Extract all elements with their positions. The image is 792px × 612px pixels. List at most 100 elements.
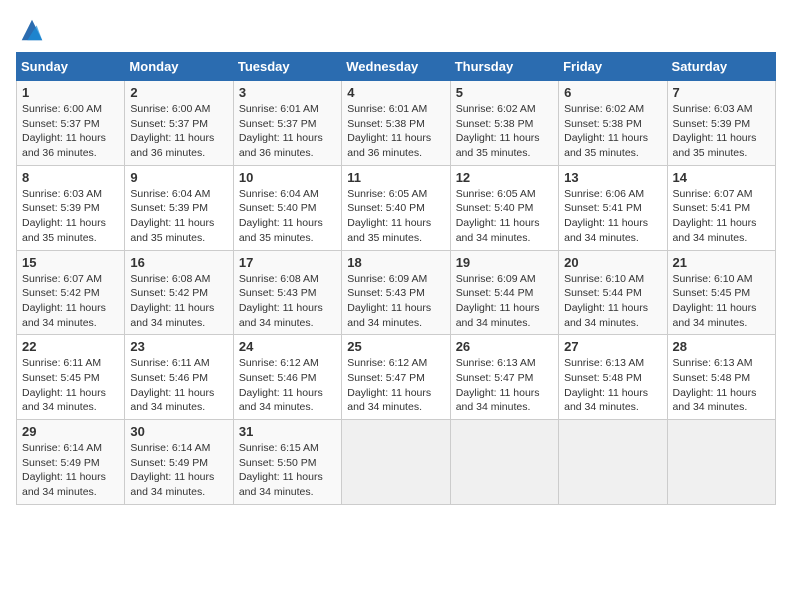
logo bbox=[16, 16, 46, 44]
weekday-header-tuesday: Tuesday bbox=[233, 53, 341, 81]
calendar-cell: 9 Sunrise: 6:04 AM Sunset: 5:39 PM Dayli… bbox=[125, 165, 233, 250]
calendar-cell: 25 Sunrise: 6:12 AM Sunset: 5:47 PM Dayl… bbox=[342, 335, 450, 420]
calendar-cell: 17 Sunrise: 6:08 AM Sunset: 5:43 PM Dayl… bbox=[233, 250, 341, 335]
day-info: Sunrise: 6:05 AM Sunset: 5:40 PM Dayligh… bbox=[456, 187, 553, 246]
day-number: 29 bbox=[22, 424, 119, 439]
calendar-body: 1 Sunrise: 6:00 AM Sunset: 5:37 PM Dayli… bbox=[17, 81, 776, 505]
day-info: Sunrise: 6:09 AM Sunset: 5:44 PM Dayligh… bbox=[456, 272, 553, 331]
day-number: 14 bbox=[673, 170, 770, 185]
day-number: 15 bbox=[22, 255, 119, 270]
day-info: Sunrise: 6:00 AM Sunset: 5:37 PM Dayligh… bbox=[130, 102, 227, 161]
day-number: 12 bbox=[456, 170, 553, 185]
calendar-cell: 20 Sunrise: 6:10 AM Sunset: 5:44 PM Dayl… bbox=[559, 250, 667, 335]
day-number: 19 bbox=[456, 255, 553, 270]
day-number: 3 bbox=[239, 85, 336, 100]
day-info: Sunrise: 6:15 AM Sunset: 5:50 PM Dayligh… bbox=[239, 441, 336, 500]
calendar-cell: 24 Sunrise: 6:12 AM Sunset: 5:46 PM Dayl… bbox=[233, 335, 341, 420]
day-number: 21 bbox=[673, 255, 770, 270]
calendar-cell bbox=[667, 420, 775, 505]
day-info: Sunrise: 6:01 AM Sunset: 5:37 PM Dayligh… bbox=[239, 102, 336, 161]
calendar-cell: 22 Sunrise: 6:11 AM Sunset: 5:45 PM Dayl… bbox=[17, 335, 125, 420]
calendar-cell: 19 Sunrise: 6:09 AM Sunset: 5:44 PM Dayl… bbox=[450, 250, 558, 335]
weekday-header-thursday: Thursday bbox=[450, 53, 558, 81]
calendar-cell: 13 Sunrise: 6:06 AM Sunset: 5:41 PM Dayl… bbox=[559, 165, 667, 250]
day-number: 8 bbox=[22, 170, 119, 185]
day-number: 2 bbox=[130, 85, 227, 100]
day-info: Sunrise: 6:06 AM Sunset: 5:41 PM Dayligh… bbox=[564, 187, 661, 246]
calendar-table: SundayMondayTuesdayWednesdayThursdayFrid… bbox=[16, 52, 776, 505]
calendar-cell: 5 Sunrise: 6:02 AM Sunset: 5:38 PM Dayli… bbox=[450, 81, 558, 166]
day-info: Sunrise: 6:08 AM Sunset: 5:43 PM Dayligh… bbox=[239, 272, 336, 331]
calendar-cell: 28 Sunrise: 6:13 AM Sunset: 5:48 PM Dayl… bbox=[667, 335, 775, 420]
calendar-cell: 11 Sunrise: 6:05 AM Sunset: 5:40 PM Dayl… bbox=[342, 165, 450, 250]
day-number: 10 bbox=[239, 170, 336, 185]
calendar-cell: 23 Sunrise: 6:11 AM Sunset: 5:46 PM Dayl… bbox=[125, 335, 233, 420]
day-number: 5 bbox=[456, 85, 553, 100]
calendar-cell bbox=[450, 420, 558, 505]
day-info: Sunrise: 6:14 AM Sunset: 5:49 PM Dayligh… bbox=[130, 441, 227, 500]
calendar-cell: 12 Sunrise: 6:05 AM Sunset: 5:40 PM Dayl… bbox=[450, 165, 558, 250]
day-info: Sunrise: 6:10 AM Sunset: 5:45 PM Dayligh… bbox=[673, 272, 770, 331]
calendar-cell: 16 Sunrise: 6:08 AM Sunset: 5:42 PM Dayl… bbox=[125, 250, 233, 335]
day-info: Sunrise: 6:09 AM Sunset: 5:43 PM Dayligh… bbox=[347, 272, 444, 331]
calendar-week-4: 22 Sunrise: 6:11 AM Sunset: 5:45 PM Dayl… bbox=[17, 335, 776, 420]
weekday-header-row: SundayMondayTuesdayWednesdayThursdayFrid… bbox=[17, 53, 776, 81]
day-number: 28 bbox=[673, 339, 770, 354]
calendar-cell: 18 Sunrise: 6:09 AM Sunset: 5:43 PM Dayl… bbox=[342, 250, 450, 335]
day-info: Sunrise: 6:12 AM Sunset: 5:47 PM Dayligh… bbox=[347, 356, 444, 415]
calendar-cell bbox=[342, 420, 450, 505]
weekday-header-saturday: Saturday bbox=[667, 53, 775, 81]
calendar-cell: 27 Sunrise: 6:13 AM Sunset: 5:48 PM Dayl… bbox=[559, 335, 667, 420]
calendar-cell: 1 Sunrise: 6:00 AM Sunset: 5:37 PM Dayli… bbox=[17, 81, 125, 166]
day-info: Sunrise: 6:01 AM Sunset: 5:38 PM Dayligh… bbox=[347, 102, 444, 161]
day-info: Sunrise: 6:03 AM Sunset: 5:39 PM Dayligh… bbox=[22, 187, 119, 246]
page-header bbox=[16, 16, 776, 44]
day-info: Sunrise: 6:11 AM Sunset: 5:46 PM Dayligh… bbox=[130, 356, 227, 415]
logo-icon bbox=[18, 16, 46, 44]
day-info: Sunrise: 6:13 AM Sunset: 5:48 PM Dayligh… bbox=[564, 356, 661, 415]
day-number: 16 bbox=[130, 255, 227, 270]
calendar-cell: 31 Sunrise: 6:15 AM Sunset: 5:50 PM Dayl… bbox=[233, 420, 341, 505]
day-info: Sunrise: 6:02 AM Sunset: 5:38 PM Dayligh… bbox=[564, 102, 661, 161]
day-number: 7 bbox=[673, 85, 770, 100]
weekday-header-wednesday: Wednesday bbox=[342, 53, 450, 81]
day-number: 4 bbox=[347, 85, 444, 100]
calendar-cell: 3 Sunrise: 6:01 AM Sunset: 5:37 PM Dayli… bbox=[233, 81, 341, 166]
calendar-cell: 30 Sunrise: 6:14 AM Sunset: 5:49 PM Dayl… bbox=[125, 420, 233, 505]
calendar-header: SundayMondayTuesdayWednesdayThursdayFrid… bbox=[17, 53, 776, 81]
calendar-week-3: 15 Sunrise: 6:07 AM Sunset: 5:42 PM Dayl… bbox=[17, 250, 776, 335]
day-number: 31 bbox=[239, 424, 336, 439]
day-info: Sunrise: 6:02 AM Sunset: 5:38 PM Dayligh… bbox=[456, 102, 553, 161]
calendar-cell: 8 Sunrise: 6:03 AM Sunset: 5:39 PM Dayli… bbox=[17, 165, 125, 250]
calendar-cell: 15 Sunrise: 6:07 AM Sunset: 5:42 PM Dayl… bbox=[17, 250, 125, 335]
calendar-cell: 10 Sunrise: 6:04 AM Sunset: 5:40 PM Dayl… bbox=[233, 165, 341, 250]
day-info: Sunrise: 6:10 AM Sunset: 5:44 PM Dayligh… bbox=[564, 272, 661, 331]
day-number: 26 bbox=[456, 339, 553, 354]
calendar-week-2: 8 Sunrise: 6:03 AM Sunset: 5:39 PM Dayli… bbox=[17, 165, 776, 250]
day-info: Sunrise: 6:07 AM Sunset: 5:42 PM Dayligh… bbox=[22, 272, 119, 331]
day-number: 30 bbox=[130, 424, 227, 439]
day-number: 23 bbox=[130, 339, 227, 354]
calendar-week-1: 1 Sunrise: 6:00 AM Sunset: 5:37 PM Dayli… bbox=[17, 81, 776, 166]
day-info: Sunrise: 6:08 AM Sunset: 5:42 PM Dayligh… bbox=[130, 272, 227, 331]
calendar-cell: 14 Sunrise: 6:07 AM Sunset: 5:41 PM Dayl… bbox=[667, 165, 775, 250]
day-info: Sunrise: 6:00 AM Sunset: 5:37 PM Dayligh… bbox=[22, 102, 119, 161]
calendar-week-5: 29 Sunrise: 6:14 AM Sunset: 5:49 PM Dayl… bbox=[17, 420, 776, 505]
day-info: Sunrise: 6:14 AM Sunset: 5:49 PM Dayligh… bbox=[22, 441, 119, 500]
weekday-header-friday: Friday bbox=[559, 53, 667, 81]
day-number: 9 bbox=[130, 170, 227, 185]
weekday-header-sunday: Sunday bbox=[17, 53, 125, 81]
day-info: Sunrise: 6:11 AM Sunset: 5:45 PM Dayligh… bbox=[22, 356, 119, 415]
calendar-cell: 2 Sunrise: 6:00 AM Sunset: 5:37 PM Dayli… bbox=[125, 81, 233, 166]
day-number: 22 bbox=[22, 339, 119, 354]
calendar-cell: 26 Sunrise: 6:13 AM Sunset: 5:47 PM Dayl… bbox=[450, 335, 558, 420]
day-info: Sunrise: 6:13 AM Sunset: 5:47 PM Dayligh… bbox=[456, 356, 553, 415]
calendar-cell bbox=[559, 420, 667, 505]
day-info: Sunrise: 6:04 AM Sunset: 5:39 PM Dayligh… bbox=[130, 187, 227, 246]
day-info: Sunrise: 6:13 AM Sunset: 5:48 PM Dayligh… bbox=[673, 356, 770, 415]
day-number: 17 bbox=[239, 255, 336, 270]
calendar-cell: 4 Sunrise: 6:01 AM Sunset: 5:38 PM Dayli… bbox=[342, 81, 450, 166]
calendar-cell: 7 Sunrise: 6:03 AM Sunset: 5:39 PM Dayli… bbox=[667, 81, 775, 166]
day-number: 27 bbox=[564, 339, 661, 354]
day-number: 1 bbox=[22, 85, 119, 100]
